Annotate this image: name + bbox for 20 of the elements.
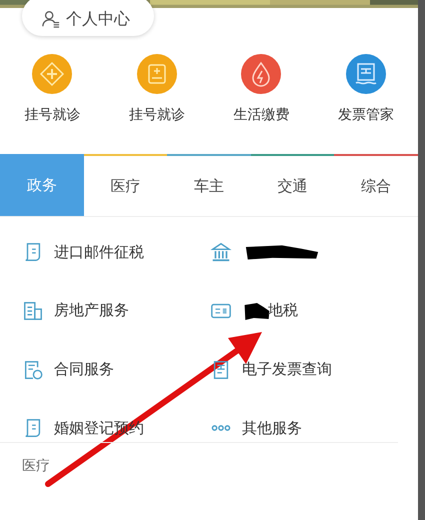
service-label[interactable]: 进口邮件征税 — [54, 242, 144, 262]
shortcut-label[interactable]: 挂号就诊 — [128, 106, 185, 124]
service-label[interactable]: 电子发票查询 — [242, 360, 332, 379]
user-icon — [42, 10, 60, 28]
building-icon[interactable] — [22, 300, 44, 322]
shortcut-label[interactable]: 发票管家 — [338, 106, 394, 124]
cross-icon[interactable] — [32, 54, 72, 94]
hospital-icon[interactable] — [136, 54, 177, 94]
shortcut-label[interactable]: 生活缴费 — [233, 106, 290, 124]
profile-button[interactable]: 个人中心 — [22, 0, 154, 36]
section-heading: 医疗 — [21, 457, 51, 475]
service-label[interactable]: 房地产服务 — [54, 301, 129, 320]
receipt-icon[interactable] — [346, 54, 386, 94]
bank-icon[interactable] — [210, 241, 232, 263]
service-label[interactable]: 其他服务 — [242, 418, 302, 438]
drop-icon[interactable] — [241, 54, 282, 94]
service-label[interactable]: 合同服务 — [54, 360, 114, 379]
shortcut-label[interactable]: 挂号就诊 — [24, 106, 80, 124]
contract-icon[interactable] — [22, 358, 44, 380]
service-label[interactable]: 地税 — [268, 301, 298, 320]
